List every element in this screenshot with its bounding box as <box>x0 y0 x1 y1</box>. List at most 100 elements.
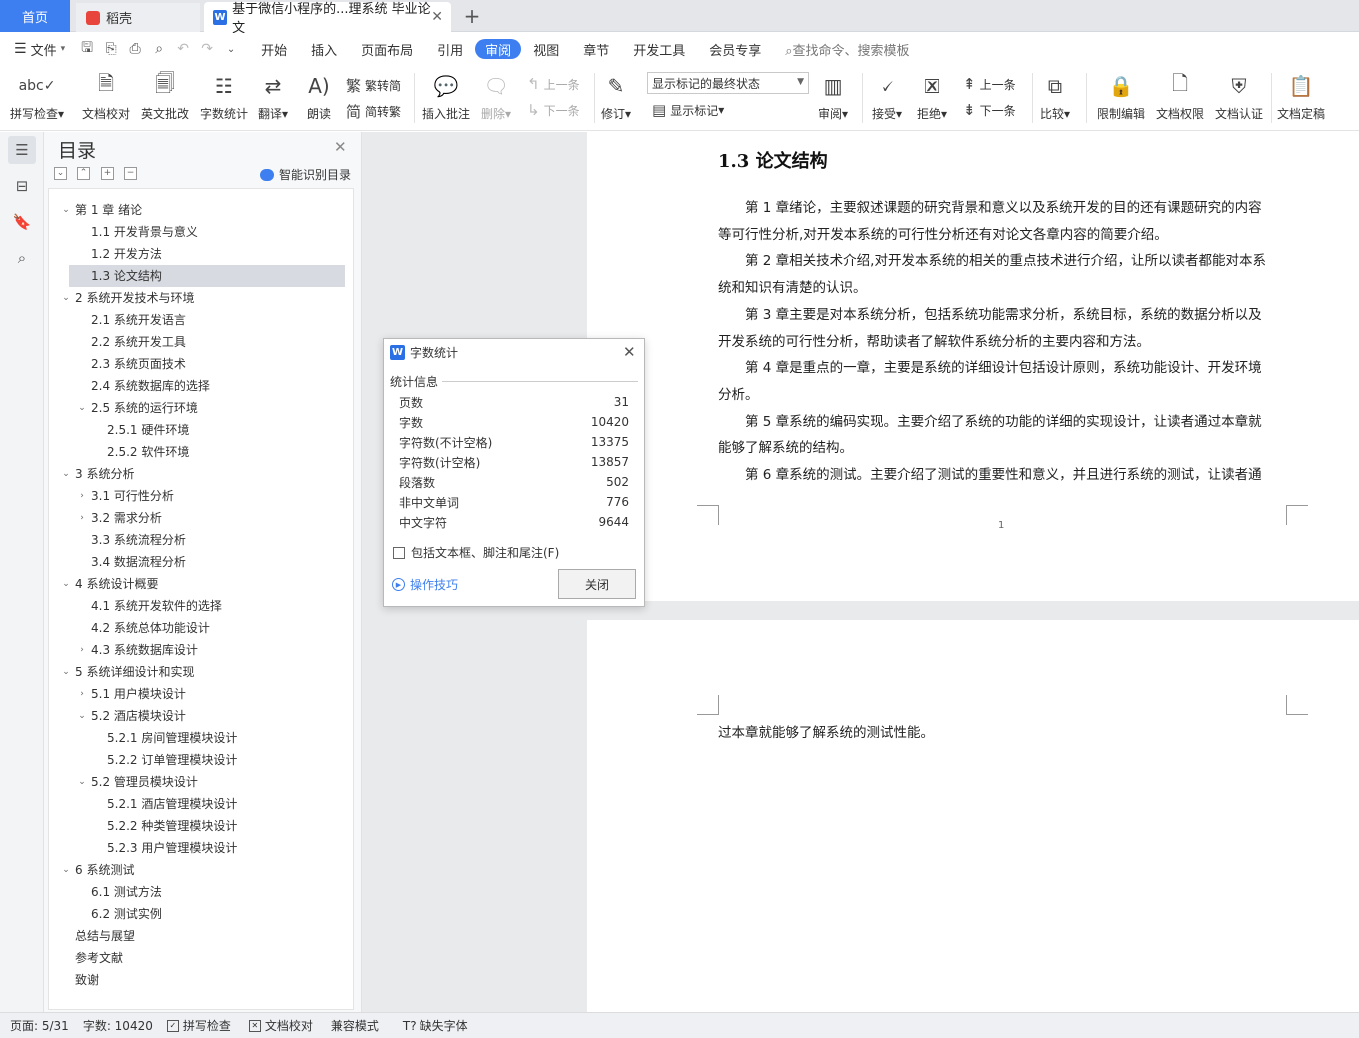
toc-item[interactable]: 2.3 系统页面技术 <box>75 353 186 375</box>
print-icon[interactable]: ⎙ <box>125 39 145 59</box>
missing-font-status[interactable]: T? 缺失字体 <box>403 1017 468 1034</box>
toc-item[interactable]: 2.5.2 软件环境 <box>91 441 189 463</box>
toc-item[interactable]: ⌄ 5.2 管理员模块设计 <box>75 771 198 793</box>
revise-button[interactable]: ✎ 修订▾ <box>601 71 631 122</box>
chapter-nav-icon[interactable]: ⊟ <box>8 172 36 200</box>
insert-comment-button[interactable]: 💬 插入批注 <box>422 71 470 122</box>
undo-icon[interactable]: ↶ <box>173 39 193 59</box>
print-preview-icon[interactable]: ⌕ <box>149 39 169 59</box>
command-search[interactable]: ⌕查找命令、搜索模板 <box>785 40 909 59</box>
next-comment-button[interactable]: ↳ 下一条 <box>527 101 580 119</box>
show-markup-button[interactable]: ▤ 显示标记 ▾ <box>652 101 724 119</box>
english-correct-button[interactable]: 🗐 英文批改 <box>141 71 189 122</box>
toc-item[interactable]: 1.2 开发方法 <box>75 243 162 265</box>
add-toc-icon[interactable]: + <box>101 167 114 180</box>
toc-item[interactable]: 2.4 系统数据库的选择 <box>75 375 210 397</box>
search-icon[interactable]: ⌕ <box>8 244 36 272</box>
toc-item[interactable]: 4.2 系统总体功能设计 <box>75 617 210 639</box>
tab-document[interactable]: W 基于微信小程序的...理系统 毕业论文 ✕ <box>204 2 451 36</box>
doc-rights-button[interactable]: 🗋 文档权限 <box>1156 71 1204 122</box>
prev-change-button[interactable]: ⇞ 上一条 <box>963 75 1016 93</box>
page-indicator[interactable]: 页面: 5/31 <box>10 1017 69 1034</box>
restrict-edit-button[interactable]: 🔒 限制编辑 <box>1097 71 1145 122</box>
prev-comment-button[interactable]: ↰ 上一条 <box>527 75 580 93</box>
tab-daoke[interactable]: 稻壳 <box>76 3 200 32</box>
toc-item[interactable]: 3.3 系统流程分析 <box>75 529 186 551</box>
toc-item[interactable]: › 3.2 需求分析 <box>75 507 162 529</box>
spell-check-button[interactable]: abc✓ 拼写检查▾ <box>10 71 64 122</box>
toc-panel-icon[interactable]: ☰ <box>8 136 36 164</box>
chevron-icon[interactable]: › <box>75 639 89 661</box>
toc-item[interactable]: 2.1 系统开发语言 <box>75 309 186 331</box>
toc-item[interactable]: 5.2.1 酒店管理模块设计 <box>91 793 237 815</box>
toc-item[interactable]: ⌄ 5 系统详细设计和实现 <box>59 661 194 683</box>
read-aloud-button[interactable]: A) 朗读 <box>304 71 334 122</box>
toc-item[interactable]: 5.2.1 房间管理模块设计 <box>91 727 237 749</box>
compare-button[interactable]: ⧉ 比较▾ <box>1040 71 1070 122</box>
document-page[interactable] <box>587 620 1359 1012</box>
chevron-icon[interactable]: ⌄ <box>59 287 73 309</box>
menu-view[interactable]: 视图 <box>521 37 571 61</box>
toc-item[interactable]: 参考文献 <box>59 947 123 969</box>
redo-icon[interactable]: ↷ <box>197 39 217 59</box>
new-tab-button[interactable]: + <box>460 4 484 28</box>
delete-comment-button[interactable]: 🗨 删除▾ <box>481 71 511 122</box>
toc-item[interactable]: ⌄ 2 系统开发技术与环境 <box>59 287 194 309</box>
toc-item[interactable]: 6.1 测试方法 <box>75 881 162 903</box>
trad-to-simp-button[interactable]: 繁繁转简 <box>346 75 401 96</box>
menu-dev-tools[interactable]: 开发工具 <box>621 37 697 61</box>
toc-item[interactable]: ⌄ 6 系统测试 <box>59 859 134 881</box>
menu-member[interactable]: 会员专享 <box>697 37 773 61</box>
chevron-icon[interactable]: › <box>75 683 89 705</box>
chevron-icon[interactable]: ⌄ <box>59 859 73 881</box>
compat-mode-status[interactable]: 兼容模式 <box>331 1017 379 1034</box>
chevron-icon[interactable]: ⌄ <box>59 463 73 485</box>
accept-button[interactable]: 🗸 接受▾ <box>872 71 902 122</box>
menu-page-layout[interactable]: 页面布局 <box>349 37 425 61</box>
chevron-icon[interactable]: ⌄ <box>59 199 73 221</box>
save-icon[interactable]: 🖫 <box>77 39 97 59</box>
close-icon[interactable]: ✕ <box>334 138 347 156</box>
remove-toc-icon[interactable]: − <box>124 167 137 180</box>
toc-item[interactable]: 4.1 系统开发软件的选择 <box>75 595 222 617</box>
file-menu[interactable]: ☰ 文件 ▾ <box>0 37 77 61</box>
toc-item[interactable]: 5.2.3 用户管理模块设计 <box>91 837 237 859</box>
doc-proof-status[interactable]: ✕ 文档校对 <box>248 1017 313 1034</box>
word-count-indicator[interactable]: 字数: 10420 <box>83 1017 153 1034</box>
doc-final-button[interactable]: 📋 文档定稿 <box>1277 71 1325 122</box>
checkbox-box[interactable] <box>393 546 405 559</box>
reject-button[interactable]: 🗷 拒绝▾ <box>917 71 947 122</box>
customize-toolbar-icon[interactable]: ⌄ <box>221 39 241 59</box>
include-textbox-checkbox[interactable]: 包括文本框、脚注和尾注(F) <box>393 544 559 561</box>
export-icon[interactable]: ⎘ <box>101 39 121 59</box>
smart-identify-toc-button[interactable]: 智能识别目录 <box>260 166 351 183</box>
translate-button[interactable]: ⇄ 翻译▾ <box>258 71 288 122</box>
toc-item[interactable]: ⌄ 4 系统设计概要 <box>59 573 158 595</box>
menu-reference[interactable]: 引用 <box>425 37 475 61</box>
toc-item[interactable]: ⌄ 5.2 酒店模块设计 <box>75 705 186 727</box>
review-pane-button[interactable]: ▥ 审阅▾ <box>818 71 848 122</box>
toc-item[interactable]: › 3.1 可行性分析 <box>75 485 174 507</box>
toc-item[interactable]: 3.4 数据流程分析 <box>75 551 186 573</box>
collapse-all-icon[interactable]: ⌄ <box>54 167 67 180</box>
toc-item[interactable]: 总结与展望 <box>59 925 135 947</box>
chevron-icon[interactable]: ⌄ <box>59 661 73 683</box>
close-icon[interactable]: ✕ <box>623 343 636 361</box>
toc-item[interactable]: › 5.1 用户模块设计 <box>75 683 186 705</box>
word-count-button[interactable]: ☷ 字数统计 <box>200 71 248 122</box>
toc-item[interactable]: 1.3 论文结构 <box>69 265 345 287</box>
toc-item[interactable]: 致谢 <box>59 969 99 991</box>
toc-item[interactable]: 5.2.2 种类管理模块设计 <box>91 815 237 837</box>
menu-start[interactable]: 开始 <box>249 37 299 61</box>
chevron-icon[interactable]: ⌄ <box>75 705 89 727</box>
chevron-icon[interactable]: › <box>75 507 89 529</box>
dialog-titlebar[interactable]: W 字数统计 <box>384 339 644 365</box>
chevron-icon[interactable]: ⌄ <box>75 771 89 793</box>
close-button[interactable]: 关闭 <box>558 569 636 599</box>
toc-item[interactable]: ⌄ 第 1 章 绪论 <box>59 199 142 221</box>
next-change-button[interactable]: ⇟ 下一条 <box>963 101 1016 119</box>
doc-cert-button[interactable]: ⛨ 文档认证 <box>1215 71 1263 122</box>
expand-up-icon[interactable]: ⌃ <box>77 167 90 180</box>
spell-check-status[interactable]: ✓ 拼写检查 <box>166 1017 231 1034</box>
tab-close-icon[interactable]: ✕ <box>431 9 443 25</box>
